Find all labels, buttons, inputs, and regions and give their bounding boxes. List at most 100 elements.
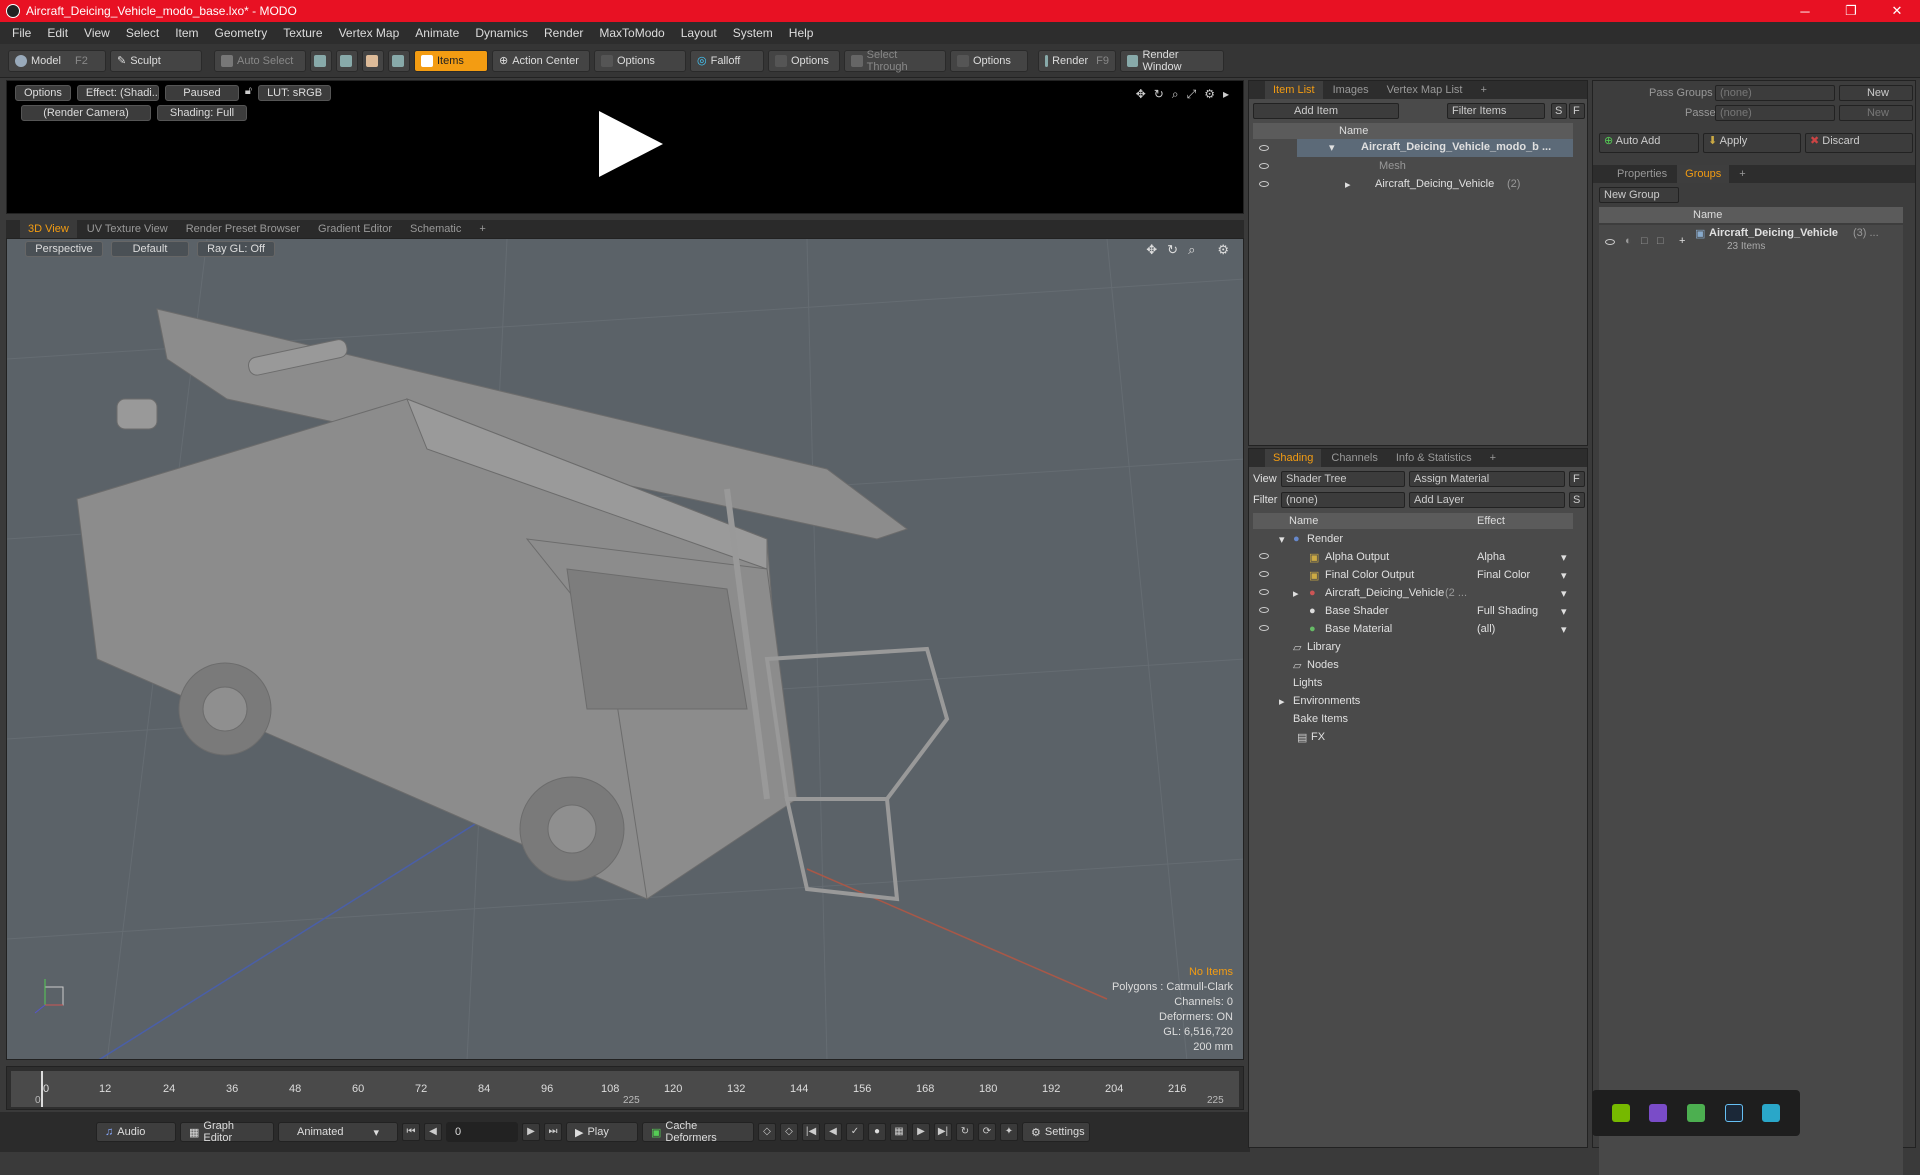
expand-plus-icon[interactable]: + xyxy=(1679,235,1685,247)
shader-tree-dropdown[interactable]: Shader Tree xyxy=(1281,471,1405,487)
name-column-header[interactable]: Name xyxy=(1289,513,1318,529)
effect-column-header[interactable]: Effect xyxy=(1477,513,1505,529)
render-options-button[interactable]: Options xyxy=(15,85,71,101)
discard-button[interactable]: ✖ Discard xyxy=(1805,133,1913,153)
lut-dropdown[interactable]: LUT: sRGB xyxy=(258,85,332,101)
menu-animate[interactable]: Animate xyxy=(407,26,467,40)
loop-icon[interactable]: ↻ xyxy=(956,1123,974,1141)
arrow-right-icon[interactable]: ▸ xyxy=(1223,87,1229,102)
expand-icon[interactable]: ▾ xyxy=(1279,533,1285,546)
render-camera-dropdown[interactable]: (Render Camera) xyxy=(21,105,151,121)
shading-dropdown[interactable]: Shading: Full xyxy=(157,105,247,121)
name-column-header[interactable]: Name xyxy=(1339,123,1368,139)
tab-item-list[interactable]: Item List xyxy=(1265,81,1323,99)
menu-dynamics[interactable]: Dynamics xyxy=(467,26,536,40)
tab-uv-texture-view[interactable]: UV Texture View xyxy=(79,220,176,238)
app-icon[interactable] xyxy=(1649,1104,1668,1122)
eye-icon[interactable] xyxy=(1259,163,1269,169)
auto-add-button[interactable]: ⊕ Auto Add xyxy=(1599,133,1699,153)
timeline[interactable]: 0 12 24 36 48 60 72 84 96 108 120 132 14… xyxy=(6,1066,1244,1110)
filter-items-field[interactable]: Filter Items xyxy=(1447,103,1545,119)
menu-item[interactable]: Item xyxy=(167,26,206,40)
menu-texture[interactable]: Texture xyxy=(275,26,330,40)
new-pass-group-button[interactable]: New xyxy=(1839,85,1913,101)
render-button[interactable]: Render F9 xyxy=(1038,49,1116,72)
chevron-down-icon[interactable]: ▾ xyxy=(1561,551,1567,564)
apply-button[interactable]: ⬇ Apply xyxy=(1703,133,1801,153)
forward-icon[interactable]: ▶ xyxy=(912,1123,930,1141)
effect-final-color[interactable]: Final Color xyxy=(1477,569,1530,581)
camera-key-icon[interactable]: ✦ xyxy=(1000,1123,1018,1141)
rotate-icon[interactable]: ↻ xyxy=(1167,242,1178,258)
f-button[interactable]: F xyxy=(1569,471,1585,487)
rotate-icon[interactable]: ↻ xyxy=(1154,87,1164,102)
prev-key-icon[interactable]: ◀ xyxy=(424,1123,442,1141)
nvidia-icon[interactable] xyxy=(1611,1104,1630,1122)
passes-dropdown[interactable]: (none) xyxy=(1715,105,1835,121)
tree-item-alpha-output[interactable]: Alpha Output xyxy=(1325,551,1389,563)
tab-gradient-editor[interactable]: Gradient Editor xyxy=(310,220,400,238)
effect-all[interactable]: (all) xyxy=(1477,623,1495,635)
tab-groups[interactable]: Groups xyxy=(1677,165,1730,183)
menu-render[interactable]: Render xyxy=(536,26,591,40)
eye-icon[interactable] xyxy=(1605,239,1615,245)
close-button[interactable]: ✕ xyxy=(1874,3,1920,19)
chevron-down-icon[interactable]: ▾ xyxy=(1561,569,1567,582)
select-options-button[interactable]: Options xyxy=(950,49,1028,72)
key2-icon[interactable]: ◇ xyxy=(780,1123,798,1141)
s-button[interactable]: S xyxy=(1551,103,1567,119)
cache-deformers-button[interactable]: ▣ Cache Deformers xyxy=(642,1120,754,1144)
eye-icon[interactable] xyxy=(1259,571,1269,577)
tree-item-fx[interactable]: FX xyxy=(1311,731,1325,743)
vertices-mode-button[interactable] xyxy=(310,49,332,72)
falloff-button[interactable]: ◎ Falloff xyxy=(690,49,764,72)
name-column-header[interactable]: Name xyxy=(1693,207,1722,223)
collapse-icon[interactable]: ▸ xyxy=(1279,695,1285,708)
audio-button[interactable]: ♫ Audio xyxy=(96,1122,176,1142)
new-pass-button[interactable]: New xyxy=(1839,105,1913,121)
assign-material-button[interactable]: Assign Material xyxy=(1409,471,1565,487)
graph-editor-button[interactable]: ▦ Graph Editor xyxy=(180,1120,274,1144)
animated-dropdown[interactable]: Animated ▾ xyxy=(278,1122,398,1142)
default-style-dropdown[interactable]: Default xyxy=(111,241,189,257)
polygons-mode-button[interactable] xyxy=(362,49,384,72)
tree-item-library[interactable]: Library xyxy=(1307,641,1341,653)
chevron-down-icon[interactable]: ▾ xyxy=(1561,605,1567,618)
eye-icon[interactable] xyxy=(1259,553,1269,559)
falloff-options-button[interactable]: Options xyxy=(768,49,840,72)
tree-item-base-shader[interactable]: Base Shader xyxy=(1325,605,1389,617)
steam-icon[interactable] xyxy=(1724,1104,1743,1122)
expand-icon[interactable]: ▾ xyxy=(1329,141,1335,154)
group-item-label[interactable]: Aircraft_Deicing_Vehicle xyxy=(1375,178,1494,190)
effect-alpha[interactable]: Alpha xyxy=(1477,551,1505,563)
tab-schematic[interactable]: Schematic xyxy=(402,220,469,238)
minimize-button[interactable]: ─ xyxy=(1782,4,1828,19)
add-tab-button[interactable]: + xyxy=(1482,449,1504,467)
maximize-icon[interactable]: ⤢ xyxy=(1187,87,1197,102)
eye-icon[interactable] xyxy=(1259,589,1269,595)
tree-item-final-color-output[interactable]: Final Color Output xyxy=(1325,569,1414,581)
frames-icon[interactable]: ▦ xyxy=(890,1123,908,1141)
s-button[interactable]: S xyxy=(1569,492,1585,508)
key-icon[interactable]: ◇ xyxy=(758,1123,776,1141)
back-icon[interactable]: ◀ xyxy=(824,1123,842,1141)
edges-mode-button[interactable] xyxy=(336,49,358,72)
menu-geometry[interactable]: Geometry xyxy=(207,26,276,40)
menu-select[interactable]: Select xyxy=(118,26,167,40)
add-item-dropdown[interactable]: Add Item xyxy=(1253,103,1399,119)
playhead[interactable] xyxy=(41,1071,43,1107)
menu-vertex-map[interactable]: Vertex Map xyxy=(331,26,408,40)
check-icon[interactable]: ✓ xyxy=(846,1123,864,1141)
tab-images[interactable]: Images xyxy=(1325,81,1377,99)
add-tab-button[interactable]: + xyxy=(471,220,493,238)
maximize-button[interactable]: ❐ xyxy=(1828,3,1874,19)
3d-viewport[interactable]: Perspective Default Ray GL: Off ✥ ↻ ⌕ ⚙ No … xyxy=(6,238,1244,1060)
go-start-icon[interactable]: ⏮ xyxy=(402,1123,420,1141)
tree-item-nodes[interactable]: Nodes xyxy=(1307,659,1339,671)
model-button[interactable]: Model F2 xyxy=(8,49,106,72)
mesh-item-label[interactable]: Mesh xyxy=(1379,160,1406,172)
menu-help[interactable]: Help xyxy=(781,26,822,40)
sculpt-button[interactable]: ✎ Sculpt xyxy=(110,49,202,72)
menu-view[interactable]: View xyxy=(76,26,118,40)
action-center-button[interactable]: ⊕ Action Center xyxy=(492,49,590,72)
